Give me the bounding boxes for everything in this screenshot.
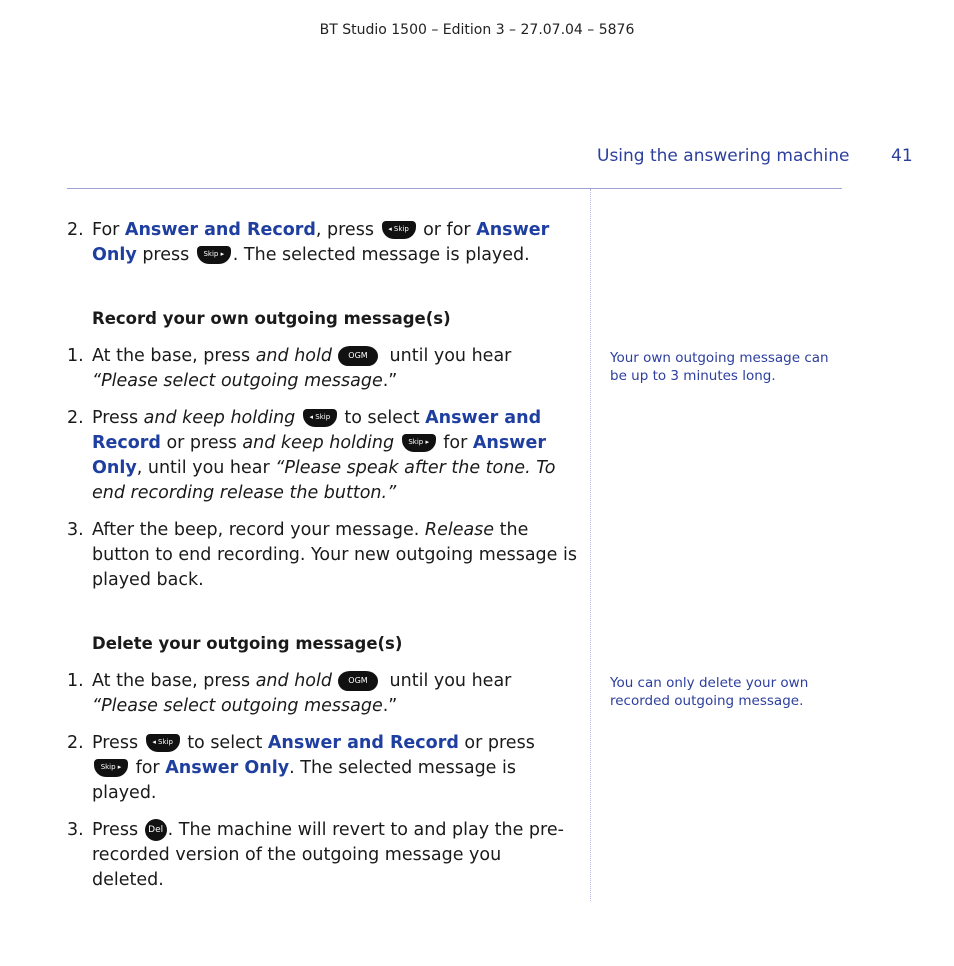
document-id: BT Studio 1500 – Edition 3 – 27.07.04 – … bbox=[319, 22, 635, 38]
delete-step-2: 2. Press ◂ Skip to select Answer and Rec… bbox=[67, 731, 577, 806]
text: After the beep, record your message. bbox=[92, 520, 425, 540]
step-number: 1. bbox=[67, 346, 84, 366]
text: “Please select outgoing message bbox=[92, 696, 383, 716]
delete-step-1: 1. At the base, press and hold OGM until … bbox=[67, 669, 577, 719]
page-number: 41 bbox=[891, 146, 913, 166]
step-number: 1. bbox=[67, 671, 84, 691]
text: to select bbox=[338, 408, 426, 428]
answer-and-record-term: Answer and Record bbox=[124, 220, 316, 240]
skip-back-key-icon: ◂ Skip bbox=[145, 734, 180, 752]
skip-forward-key-icon: Skip ▸ bbox=[401, 434, 436, 452]
step-number: 3. bbox=[67, 820, 84, 840]
delete-section-heading: Delete your outgoing message(s) bbox=[92, 634, 403, 653]
delete-step-3: 3. Press Del. The machine will revert to… bbox=[67, 818, 577, 893]
main-column: 2. For Answer and Record, press ◂ Skip o… bbox=[67, 218, 577, 893]
record-step-2: 2. Press and keep holding ◂ Skip to sele… bbox=[67, 406, 577, 506]
step-number: 2. bbox=[67, 733, 84, 753]
text: For bbox=[92, 220, 125, 240]
text: or for bbox=[417, 220, 477, 240]
text: At the base, press bbox=[92, 671, 256, 691]
skip-back-key-icon: ◂ Skip bbox=[302, 409, 337, 427]
text: or press bbox=[458, 733, 535, 753]
ogm-key-icon: OGM bbox=[337, 346, 378, 366]
intro-step: 2. For Answer and Record, press ◂ Skip o… bbox=[67, 218, 577, 268]
record-step-3: 3. After the beep, record your message. … bbox=[67, 518, 577, 593]
record-section-heading: Record your own outgoing message(s) bbox=[92, 309, 451, 328]
text: .” bbox=[382, 696, 398, 716]
text: or press bbox=[160, 433, 243, 453]
delete-key-icon: Del bbox=[144, 819, 167, 841]
text: and keep holding bbox=[242, 433, 395, 453]
text: to select bbox=[181, 733, 268, 753]
record-side-note: Your own outgoing message can be up to 3… bbox=[610, 350, 829, 384]
text: , until you hear bbox=[136, 458, 276, 478]
delete-side-note: You can only delete your own recorded ou… bbox=[610, 675, 809, 709]
answer-only-term: Answer Only bbox=[165, 758, 290, 778]
text: .” bbox=[382, 371, 398, 391]
text: At the base, press bbox=[92, 346, 256, 366]
answer-and-record-term: Answer and Record bbox=[267, 733, 459, 753]
step-number: 2. bbox=[67, 408, 84, 428]
skip-back-key-icon: ◂ Skip bbox=[381, 221, 416, 239]
text: . The selected message is played. bbox=[232, 245, 530, 265]
step-number: 3. bbox=[67, 520, 84, 540]
skip-forward-key-icon: Skip ▸ bbox=[94, 759, 128, 777]
text: for bbox=[130, 758, 166, 778]
text: press bbox=[136, 245, 195, 265]
text: Press bbox=[92, 733, 144, 753]
record-step-1: 1. At the base, press and hold OGM until … bbox=[67, 344, 577, 394]
text: and hold bbox=[255, 671, 332, 691]
text: Press bbox=[92, 820, 144, 840]
column-divider bbox=[590, 189, 591, 901]
text: for bbox=[437, 433, 473, 453]
text: and hold bbox=[255, 346, 332, 366]
step-number: 2. bbox=[67, 220, 84, 240]
skip-forward-key-icon: Skip ▸ bbox=[196, 246, 231, 264]
text: Release bbox=[424, 520, 495, 540]
header-rule bbox=[67, 188, 842, 189]
section-title: Using the answering machine bbox=[597, 146, 850, 166]
text: “Please select outgoing message bbox=[92, 371, 383, 391]
text: until you hear bbox=[383, 346, 512, 366]
text: , press bbox=[315, 220, 380, 240]
ogm-key-icon: OGM bbox=[337, 671, 378, 691]
text: and keep holding bbox=[143, 408, 296, 428]
text: Press bbox=[92, 408, 144, 428]
text: until you hear bbox=[383, 671, 512, 691]
